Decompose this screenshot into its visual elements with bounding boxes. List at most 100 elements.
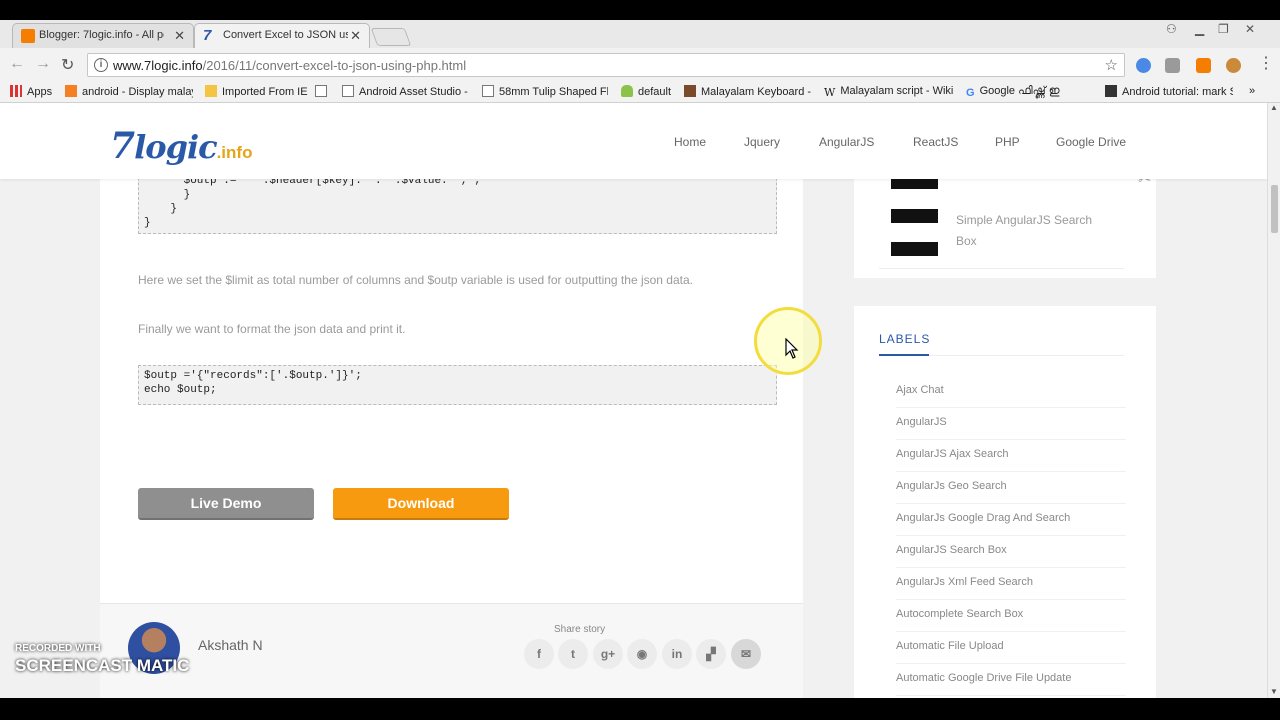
folder-icon (205, 85, 217, 97)
delicious-icon[interactable]: ▞ (696, 639, 726, 669)
screencast-watermark: RECORDED WITH SCREENCAST MATIC (15, 643, 190, 675)
page-icon (342, 85, 354, 97)
info-icon[interactable]: i (94, 58, 108, 72)
nav-home[interactable]: Home (674, 135, 706, 149)
label-link[interactable]: Automatic Google Drive File Update (896, 664, 1126, 696)
android-tutorial-icon (1105, 85, 1117, 97)
nav-php[interactable]: PHP (995, 135, 1020, 149)
nav-google-drive[interactable]: Google Drive (1056, 135, 1126, 149)
android-icon (621, 85, 633, 97)
scroll-thumb[interactable] (1271, 185, 1278, 233)
label-link[interactable]: AngularJS (896, 408, 1126, 440)
labels-title: LABELS (879, 332, 931, 346)
divider (879, 354, 929, 356)
quill-icon (684, 85, 696, 97)
camera-icon[interactable] (1165, 58, 1180, 73)
extension-blue-icon[interactable] (1136, 58, 1151, 73)
google-icon: G (966, 87, 975, 99)
bookmark-item[interactable]: Android tutorial: mark S (1105, 85, 1233, 98)
browser-toolbar: ← → ↻ i www.7logic.info/2016/11/convert-… (0, 48, 1280, 81)
post-thumbnail[interactable] (891, 209, 938, 256)
bookmark-item[interactable]: G Google ഫിഷ്ണ് ഇ (966, 85, 1094, 99)
close-icon[interactable]: ✕ (350, 28, 361, 44)
bookmark-item[interactable]: W Malayalam script - Wikip (824, 85, 954, 98)
nav-reactjs[interactable]: ReactJS (913, 135, 958, 149)
reddit-icon[interactable]: ◉ (627, 639, 657, 669)
divider (879, 268, 1124, 269)
restore-icon[interactable]: ❐ (1218, 22, 1229, 36)
email-icon[interactable]: ✉ (731, 639, 761, 669)
page-icon (482, 85, 494, 97)
bookmark-item[interactable]: android - Display malaye (65, 85, 193, 98)
label-link[interactable]: AngularJs Xml Feed Search (896, 568, 1126, 600)
label-link[interactable]: AngularJs Geo Search (896, 472, 1126, 504)
site-logo[interactable]: 7logic.info (110, 125, 252, 167)
blogger-icon (21, 29, 35, 43)
label-link[interactable]: Automatic File Upload (896, 632, 1126, 664)
site-header: 7logic.info Home Jquery AngularJS ReactJ… (0, 103, 1267, 179)
article-paragraph: Finally we want to format the json data … (138, 322, 406, 336)
twitter-icon[interactable]: t (558, 639, 588, 669)
recent-post-title[interactable]: Simple AngularJS Search Box (956, 210, 1106, 252)
facebook-icon[interactable]: f (524, 639, 554, 669)
label-link[interactable]: AngularJS Search Box (896, 536, 1126, 568)
star-icon[interactable]: ☆ (1105, 56, 1118, 74)
page-icon (315, 85, 327, 97)
nav-jquery[interactable]: Jquery (744, 135, 780, 149)
bookmark-item[interactable]: Malayalam Keyboard - c (684, 85, 812, 98)
bookmark-item[interactable]: default (621, 85, 671, 98)
share-label: Share story (554, 624, 606, 635)
download-button[interactable]: Download (333, 488, 509, 520)
forward-icon[interactable]: → (35, 55, 51, 73)
url-host: www.7logic.info (113, 58, 203, 73)
url-path: /2016/11/convert-excel-to-json-using-php… (202, 58, 467, 73)
mouse-cursor-icon (785, 338, 799, 359)
author-box: Akshath N Share story f t g+ ◉ in ▞ ✉ (100, 603, 803, 698)
close-window-icon[interactable]: ✕ (1245, 22, 1255, 36)
blogger-extension-icon[interactable] (1196, 58, 1211, 73)
labels-widget: LABELS Ajax Chat AngularJS AngularJS Aja… (854, 306, 1156, 698)
apps-grid-icon (10, 85, 22, 97)
minimize-icon[interactable]: ▁ (1195, 22, 1204, 36)
code-block: $outp ='{"records":['.$outp.']}'; echo $… (138, 365, 777, 405)
address-bar[interactable]: i www.7logic.info/2016/11/convert-excel-… (87, 53, 1125, 77)
live-demo-button[interactable]: Live Demo (138, 488, 314, 520)
tab-strip: Blogger: 7logic.info - All pos ✕ 7 Conve… (0, 20, 1280, 48)
divider (929, 355, 1124, 356)
more-bookmarks-icon[interactable]: » (1249, 85, 1255, 97)
stackoverflow-icon (65, 85, 77, 97)
bookmark-folder[interactable]: Imported From IE (205, 85, 308, 98)
reload-icon[interactable]: ↻ (61, 55, 74, 75)
new-tab-button[interactable] (370, 28, 412, 46)
linkedin-icon[interactable]: in (662, 639, 692, 669)
tab-blogger[interactable]: Blogger: 7logic.info - All pos ✕ (12, 23, 194, 48)
nav-angularjs[interactable]: AngularJS (819, 135, 874, 149)
7logic-icon: 7 (203, 27, 212, 44)
google-plus-icon[interactable]: g+ (593, 639, 623, 669)
label-link[interactable]: AngularJS Ajax Search (896, 440, 1126, 472)
tab-title: Convert Excel to JSON usin (223, 29, 348, 41)
bookmark-item[interactable] (315, 85, 332, 98)
cookie-icon[interactable] (1226, 58, 1241, 73)
screen: Blogger: 7logic.info - All pos ✕ 7 Conve… (0, 0, 1280, 720)
label-link[interactable]: AngularJs Google Drag And Search (896, 504, 1126, 536)
article-paragraph: Here we set the $limit as total number o… (138, 273, 693, 287)
bookmark-item[interactable]: Android Asset Studio - I (342, 85, 468, 98)
label-link[interactable]: Ajax Chat (896, 376, 1126, 408)
menu-icon[interactable]: ⋮ (1258, 53, 1274, 73)
bookmarks-bar: Apps android - Display malaye Imported F… (0, 81, 1280, 103)
bookmark-item[interactable]: 58mm Tulip Shaped Flow (482, 85, 608, 98)
bookmark-apps[interactable]: Apps (10, 85, 52, 98)
scroll-down-icon[interactable]: ▼ (1270, 687, 1278, 696)
page-scrollbar[interactable]: ▲ ▼ (1267, 103, 1280, 698)
tab-title: Blogger: 7logic.info - All pos (39, 29, 164, 41)
back-icon[interactable]: ← (9, 55, 25, 73)
scroll-up-icon[interactable]: ▲ (1270, 103, 1278, 112)
label-link[interactable]: Autocomplete Search Box (896, 600, 1126, 632)
close-icon[interactable]: ✕ (174, 28, 185, 44)
wikipedia-icon: W (824, 86, 836, 98)
tab-convert-excel[interactable]: 7 Convert Excel to JSON usin ✕ (194, 23, 370, 48)
author-name[interactable]: Akshath N (198, 637, 263, 653)
page-viewport: $outp .= '"'.$header[$key].'":"'.$value.… (0, 103, 1267, 698)
user-icon[interactable]: ⚇ (1166, 22, 1177, 36)
